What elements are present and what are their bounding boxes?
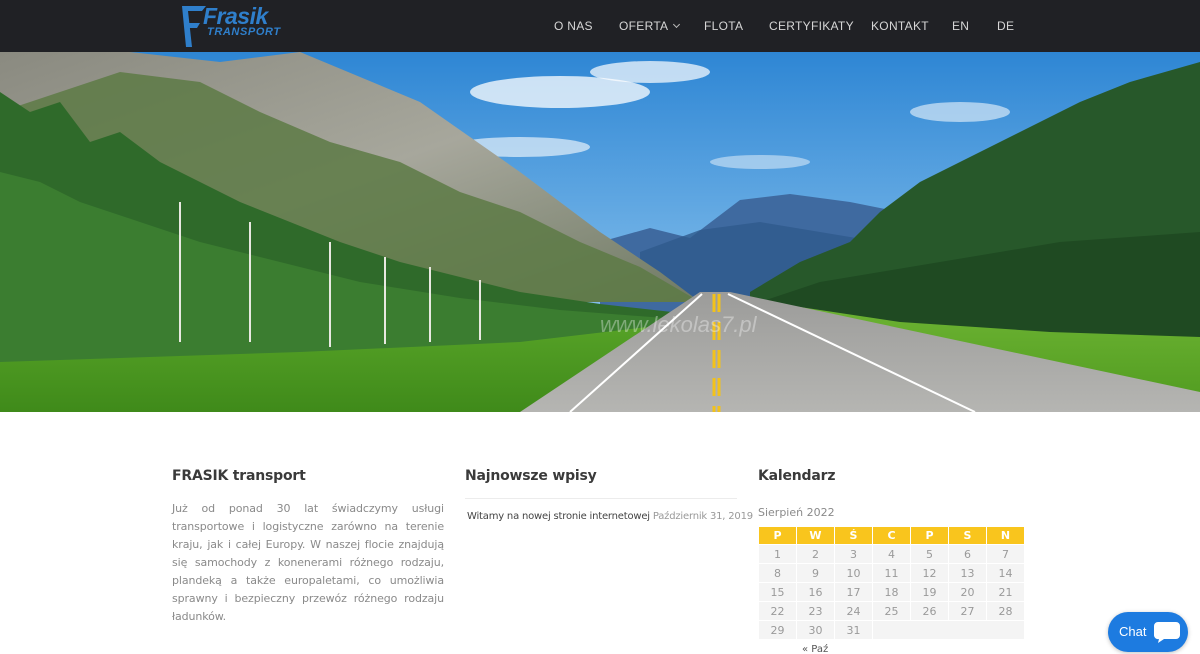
nav-label: DE — [997, 19, 1015, 33]
hero-banner-image: www.lekolas7.pl — [0, 52, 1200, 412]
chat-button[interactable]: Chat — [1108, 612, 1188, 652]
calendar-day: 12 — [910, 563, 949, 583]
calendar-widget: Kalendarz Sierpień 2022 P W Ś C P S N 1 … — [758, 468, 1025, 654]
calendar-day: 9 — [796, 563, 835, 583]
calendar-week-row: 1 2 3 4 5 6 7 — [758, 544, 1025, 564]
nav-label: O NAS — [554, 19, 593, 33]
nav-item-oferta[interactable]: OFERTA — [619, 19, 681, 33]
calendar-header-row: P W Ś C P S N — [758, 526, 1025, 545]
calendar-day: 16 — [796, 582, 835, 602]
calendar-day: 2 — [796, 544, 835, 564]
about-description: Już od ponad 30 lat świadczymy usługi tr… — [172, 502, 444, 623]
calendar-day: 15 — [758, 582, 797, 602]
chat-label: Chat — [1119, 624, 1147, 639]
calendar-day: 8 — [758, 563, 797, 583]
nav-label: EN — [952, 19, 970, 33]
frasik-logo[interactable]: Frasik TRANSPORT — [180, 3, 290, 47]
road-landscape-illustration: www.lekolas7.pl — [0, 52, 1200, 412]
nav-label: KONTAKT — [871, 19, 929, 33]
top-navigation-bar: Frasik TRANSPORT O NAS OFERTA FLOTA CERT… — [0, 0, 1200, 52]
calendar-day: 27 — [948, 601, 987, 621]
recent-posts-widget: Najnowsze wpisy Witamy na nowej stronie … — [465, 468, 753, 522]
weekday-header: W — [796, 526, 835, 545]
logo-subtitle: TRANSPORT — [207, 26, 281, 38]
list-item: Witamy na nowej stronie internetowej Paźd… — [465, 511, 753, 522]
nav-item-kontakt[interactable]: KONTAKT — [871, 19, 929, 33]
calendar-day: 31 — [834, 620, 873, 640]
nav-label: OFERTA — [619, 19, 669, 33]
calendar-prev-month-link[interactable]: « Paź — [758, 644, 1025, 654]
calendar-day: 21 — [986, 582, 1025, 602]
weekday-header: C — [872, 526, 911, 545]
calendar-day: 17 — [834, 582, 873, 602]
calendar-day: 25 — [872, 601, 911, 621]
weekday-header: P — [910, 526, 949, 545]
divider — [465, 498, 737, 499]
calendar-day: 13 — [948, 563, 987, 583]
calendar-day: 20 — [948, 582, 987, 602]
calendar-week-row: 15 16 17 18 19 20 21 — [758, 582, 1025, 602]
calendar-day: 18 — [872, 582, 911, 602]
nav-item-flota[interactable]: FLOTA — [704, 19, 743, 33]
calendar-day: 3 — [834, 544, 873, 564]
calendar-day: 22 — [758, 601, 797, 621]
calendar-day: 23 — [796, 601, 835, 621]
calendar-day: 10 — [834, 563, 873, 583]
calendar-week-row: 29 30 31 — [758, 620, 1025, 640]
calendar-day: 14 — [986, 563, 1025, 583]
hero-watermark: www.lekolas7.pl — [600, 312, 758, 337]
calendar-day: 24 — [834, 601, 873, 621]
calendar-week-row: 8 9 10 11 12 13 14 — [758, 563, 1025, 583]
calendar-day: 11 — [872, 563, 911, 583]
weekday-header: S — [948, 526, 987, 545]
calendar-table: P W Ś C P S N 1 2 3 4 5 6 7 8 9 10 11 12… — [758, 526, 1025, 640]
logo-wordmark: Frasik — [203, 3, 268, 29]
nav-label: FLOTA — [704, 19, 744, 33]
post-link[interactable]: Witamy na nowej stronie internetowej — [467, 511, 650, 522]
nav-item-certyfikaty[interactable]: CERTYFIKATY — [769, 19, 854, 33]
calendar-day: 28 — [986, 601, 1025, 621]
calendar-empty-cell — [872, 620, 1025, 640]
calendar-week-row: 22 23 24 25 26 27 28 — [758, 601, 1025, 621]
chat-bubble-icon — [1154, 622, 1180, 643]
nav-item-o-nas[interactable]: O NAS — [554, 19, 593, 33]
weekday-header: P — [758, 526, 797, 545]
nav-item-lang-de[interactable]: DE — [997, 19, 1014, 33]
chevron-down-icon — [673, 20, 681, 29]
about-widget: FRASIK transport Już od ponad 30 lat świ… — [172, 468, 444, 626]
nav-item-lang-en[interactable]: EN — [952, 19, 969, 33]
calendar-day: 29 — [758, 620, 797, 640]
calendar-title: Kalendarz — [758, 468, 836, 484]
calendar-day: 26 — [910, 601, 949, 621]
calendar-day: 6 — [948, 544, 987, 564]
calendar-day: 19 — [910, 582, 949, 602]
calendar-day: 30 — [796, 620, 835, 640]
calendar-day: 1 — [758, 544, 797, 564]
nav-label: CERTYFIKATY — [769, 19, 854, 33]
calendar-day: 4 — [872, 544, 911, 564]
post-date: Październik 31, 2019 — [652, 511, 753, 522]
calendar-month-caption: Sierpień 2022 — [758, 506, 835, 519]
weekday-header: N — [986, 526, 1025, 545]
weekday-header: Ś — [834, 526, 873, 545]
calendar-day: 7 — [986, 544, 1025, 564]
recent-posts-title: Najnowsze wpisy — [465, 468, 597, 484]
main-menu: O NAS OFERTA FLOTA CERTYFIKATY KONTAKT E… — [540, 0, 1028, 52]
calendar-day: 5 — [910, 544, 949, 564]
about-title: FRASIK transport — [172, 468, 306, 484]
